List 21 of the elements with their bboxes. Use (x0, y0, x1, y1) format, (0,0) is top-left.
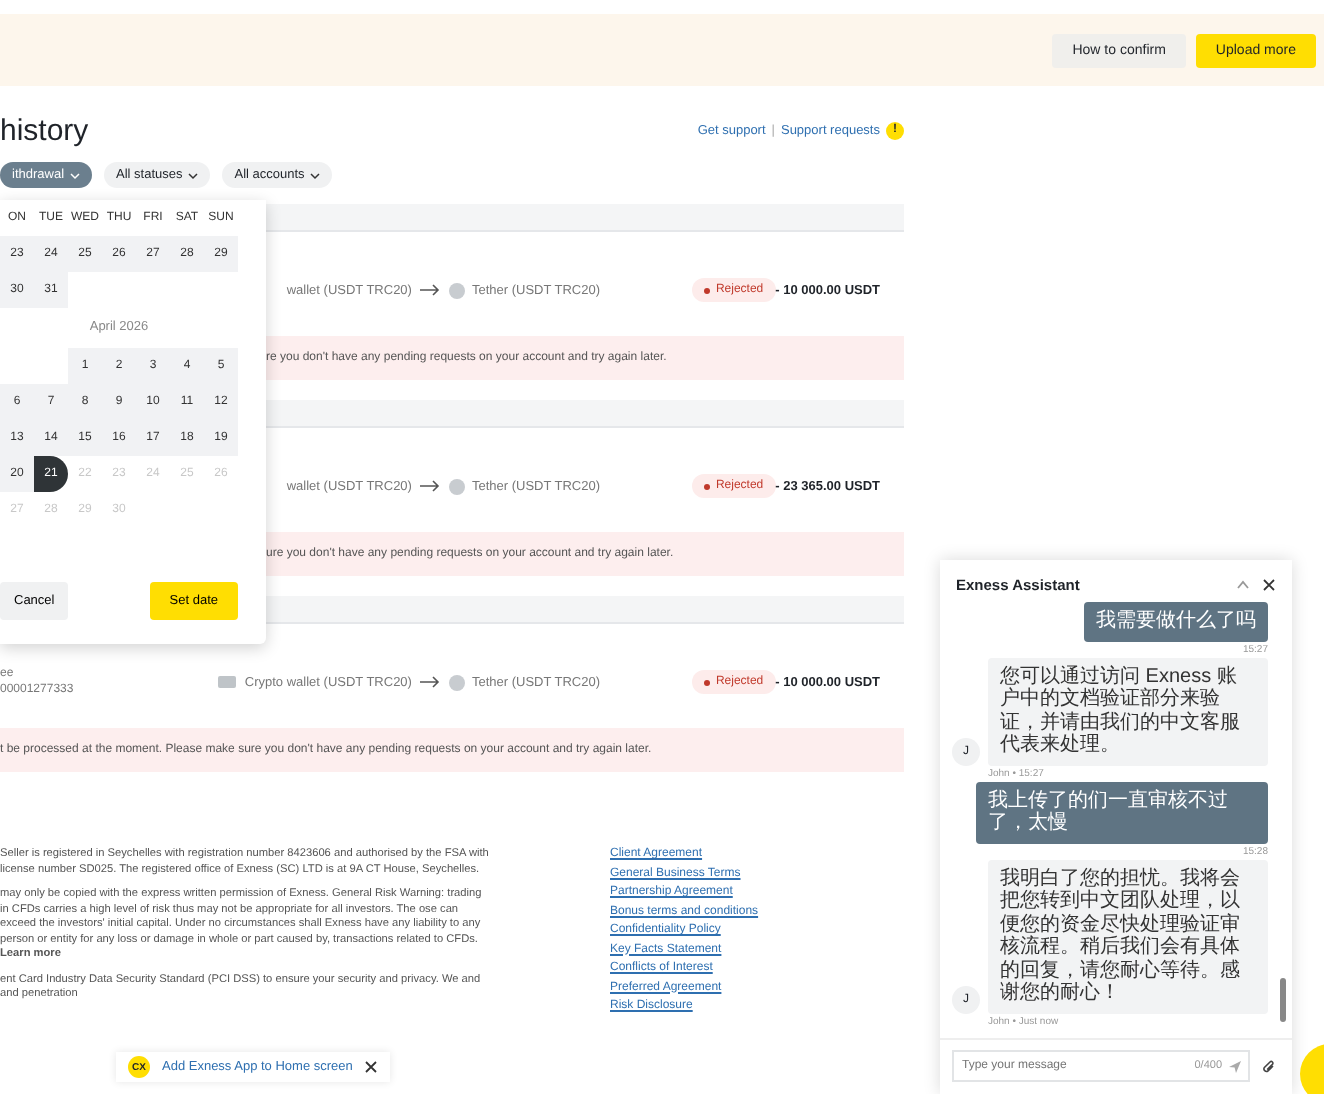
chevron-down-icon (70, 171, 81, 179)
send-icon[interactable] (1228, 1059, 1242, 1073)
user-message: 我上传了的们一直审核不过了，太慢 (976, 781, 1268, 843)
chevron-down-icon (188, 171, 199, 179)
paperclip-icon[interactable] (1262, 1059, 1276, 1073)
wallet-icon (218, 676, 237, 688)
agent-message: 我明白了您的担忧。我将会把您转到中文团队处理，以便您的资金尽快处理验证审核流程。稍后我们会有具体的回复，请您耐心等待。感谢您的耐心！ (988, 859, 1268, 1013)
arrow-right-icon (419, 284, 440, 296)
arrow-right-icon (419, 676, 440, 688)
minimize-icon[interactable] (1236, 578, 1250, 592)
arrow-right-icon (419, 480, 440, 492)
close-icon[interactable] (364, 1060, 379, 1074)
coin-icon (447, 673, 466, 691)
coin-icon (447, 281, 466, 299)
chevron-down-icon (310, 171, 321, 179)
page-title: history (0, 113, 89, 147)
user-message: 我需要做什么了吗 (1084, 602, 1268, 641)
close-icon[interactable] (1262, 578, 1276, 592)
agent-message: 您可以通过访问 Exness 账户中的文档验证部分来验证，并请由我们的中文客服代表来处理。 (988, 657, 1268, 765)
coin-icon (447, 477, 466, 495)
scrollbar[interactable] (1280, 978, 1286, 1022)
